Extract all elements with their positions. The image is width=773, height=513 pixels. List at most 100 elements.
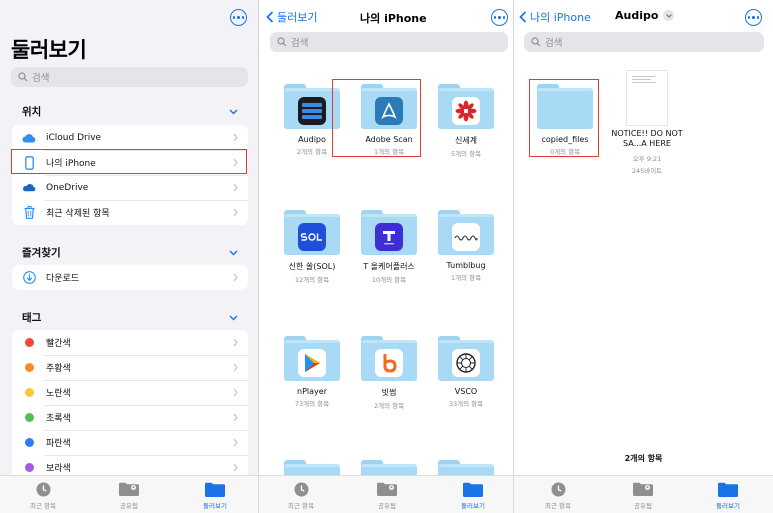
section-header-favorites: 즐겨찾기	[22, 247, 61, 259]
search-input[interactable]: 검색	[524, 32, 764, 52]
folder-name: nPlayer	[297, 387, 327, 396]
section-header-locations: 위치	[22, 106, 42, 118]
title-menu[interactable]: Audipo	[615, 9, 675, 22]
back-button[interactable]: 둘러보기	[266, 9, 317, 25]
folder-shinsegae[interactable]: 신세계 5개의 항목	[431, 84, 501, 158]
item-count: 2개의 항목	[624, 454, 663, 463]
tab-recent[interactable]: 최근 항목	[528, 480, 588, 510]
sidebar-item-icloud-drive[interactable]: iCloud Drive	[12, 125, 248, 150]
tab-label: 최근 항목	[30, 502, 56, 510]
folder-name: 빗썸	[381, 388, 397, 397]
sidebar-item-label: iCloud Drive	[46, 132, 102, 143]
tag-label: 노란색	[46, 389, 71, 399]
tag-item-orange[interactable]: 주황색	[12, 355, 248, 380]
sidebar-item-my-iphone[interactable]: 나의 iPhone	[12, 150, 248, 175]
search-input[interactable]: 검색	[11, 67, 248, 87]
locations-list: iCloud Drive 나의 iPhone OneDrive 최근 삭제된 항…	[12, 125, 248, 225]
folder-t-allcare-plus[interactable]: T 올케어플러스 10개의 항목	[354, 210, 424, 284]
shared-folder-icon	[377, 482, 397, 496]
chevron-down-icon[interactable]	[229, 109, 238, 115]
folder-item-count: 2개의 항목	[373, 402, 405, 410]
sidebar-item-onedrive[interactable]: OneDrive	[12, 175, 248, 200]
nav-title: Audipo	[615, 9, 659, 22]
file-size: 245바이트	[631, 167, 663, 175]
file-name: NOTICE!! DO NOT SA...A HERE	[611, 129, 683, 148]
folder-bithumb[interactable]: 빗썸 2개의 항목	[354, 336, 424, 410]
folder-icon	[284, 84, 340, 129]
sidebar-item-label: OneDrive	[46, 182, 89, 193]
tag-item-green[interactable]: 초록색	[12, 405, 248, 430]
tab-shared[interactable]: 공유됨	[99, 480, 159, 510]
more-options-button[interactable]	[491, 9, 508, 26]
shared-folder-icon	[633, 482, 653, 496]
tag-item-yellow[interactable]: 노란색	[12, 380, 248, 405]
tab-label: 공유됨	[634, 502, 652, 510]
chevron-right-icon	[233, 438, 238, 447]
more-options-button[interactable]	[745, 9, 762, 26]
folder-name: 신한 쏠(SOL)	[288, 262, 336, 271]
tab-recent[interactable]: 최근 항목	[13, 480, 73, 510]
tag-item-blue[interactable]: 파란색	[12, 430, 248, 455]
tab-browse[interactable]: 둘러보기	[698, 480, 758, 510]
tags-list: 빨간색 주황색 노란색 초록색 파란색 보라색	[12, 330, 248, 480]
tab-label: 공유됨	[378, 502, 396, 510]
tag-dot-orange	[24, 363, 34, 372]
folder-icon	[284, 336, 340, 381]
chevron-left-icon	[266, 11, 274, 23]
folder-shinhan-sol[interactable]: 신한 쏠(SOL) 12개의 항목	[277, 210, 347, 284]
section-header-tags: 태그	[22, 312, 42, 324]
tab-browse[interactable]: 둘러보기	[185, 480, 245, 510]
search-placeholder: 검색	[32, 73, 50, 84]
chevron-right-icon	[233, 183, 238, 192]
chevron-right-icon	[233, 413, 238, 422]
folder-item-count: 33개의 항목	[448, 400, 484, 408]
folder-tumblbug[interactable]: Tumblbug 1개의 항목	[431, 210, 501, 282]
chevron-down-icon[interactable]	[229, 250, 238, 256]
tab-shared[interactable]: 공유됨	[357, 480, 417, 510]
tab-recent[interactable]: 최근 항목	[271, 480, 331, 510]
search-placeholder: 검색	[545, 38, 563, 49]
back-button[interactable]: 나의 iPhone	[519, 9, 591, 25]
back-label: 둘러보기	[277, 11, 318, 24]
folder-vsco[interactable]: VSCO 33개의 항목	[431, 336, 501, 408]
folder-icon	[361, 336, 417, 381]
t-allcare-app-icon	[375, 223, 403, 251]
folder-name: VSCO	[454, 387, 478, 396]
folder-name: T 올케어플러스	[363, 262, 415, 271]
tab-browse[interactable]: 둘러보기	[443, 480, 503, 510]
folder-icon	[438, 336, 494, 381]
clock-icon	[551, 482, 565, 496]
search-input[interactable]: 검색	[270, 32, 508, 52]
back-label: 나의 iPhone	[530, 11, 591, 24]
sidebar-item-label: 나의 iPhone	[46, 159, 96, 169]
clock-icon	[36, 482, 50, 496]
shinsegae-app-icon	[452, 97, 480, 125]
sidebar-item-label: 최근 삭제된 항목	[46, 209, 110, 219]
sidebar-item-downloads[interactable]: 다운로드	[12, 265, 248, 290]
tag-item-red[interactable]: 빨간색	[12, 330, 248, 355]
folder-icon	[205, 482, 225, 497]
folder-item-count: 73개의 항목	[294, 400, 330, 408]
more-options-button[interactable]	[230, 9, 247, 26]
folder-adobe-scan[interactable]: Adobe Scan 1개의 항목	[354, 84, 424, 156]
tab-label: 공유됨	[120, 502, 138, 510]
folder-name: 신세계	[454, 136, 478, 145]
folder-item-count: 1개의 항목	[373, 148, 405, 156]
sidebar-item-recently-deleted[interactable]: 최근 삭제된 항목	[12, 200, 248, 225]
folder-item-count: 12개의 항목	[294, 276, 330, 284]
folder-icon	[463, 482, 483, 497]
tab-bar: 최근 항목 공유됨 둘러보기	[514, 475, 773, 513]
chevron-down-icon[interactable]	[229, 315, 238, 321]
favorites-list: 다운로드	[12, 265, 248, 290]
folder-nplayer[interactable]: nPlayer 73개의 항목	[277, 336, 347, 408]
folder-copied-files[interactable]: copied_files 0개의 항목	[530, 84, 600, 156]
chevron-right-icon	[233, 133, 238, 142]
trash-icon	[22, 206, 36, 220]
tag-label: 주황색	[46, 364, 71, 374]
tag-dot-green	[24, 413, 34, 422]
folder-audipo[interactable]: Audipo 2개의 항목	[277, 84, 347, 156]
file-notice[interactable]: NOTICE!! DO NOT SA...A HERE 오후 9:21 245바…	[607, 70, 687, 175]
folder-name: Audipo	[298, 135, 326, 144]
tab-shared[interactable]: 공유됨	[613, 480, 673, 510]
search-placeholder: 검색	[291, 38, 309, 49]
